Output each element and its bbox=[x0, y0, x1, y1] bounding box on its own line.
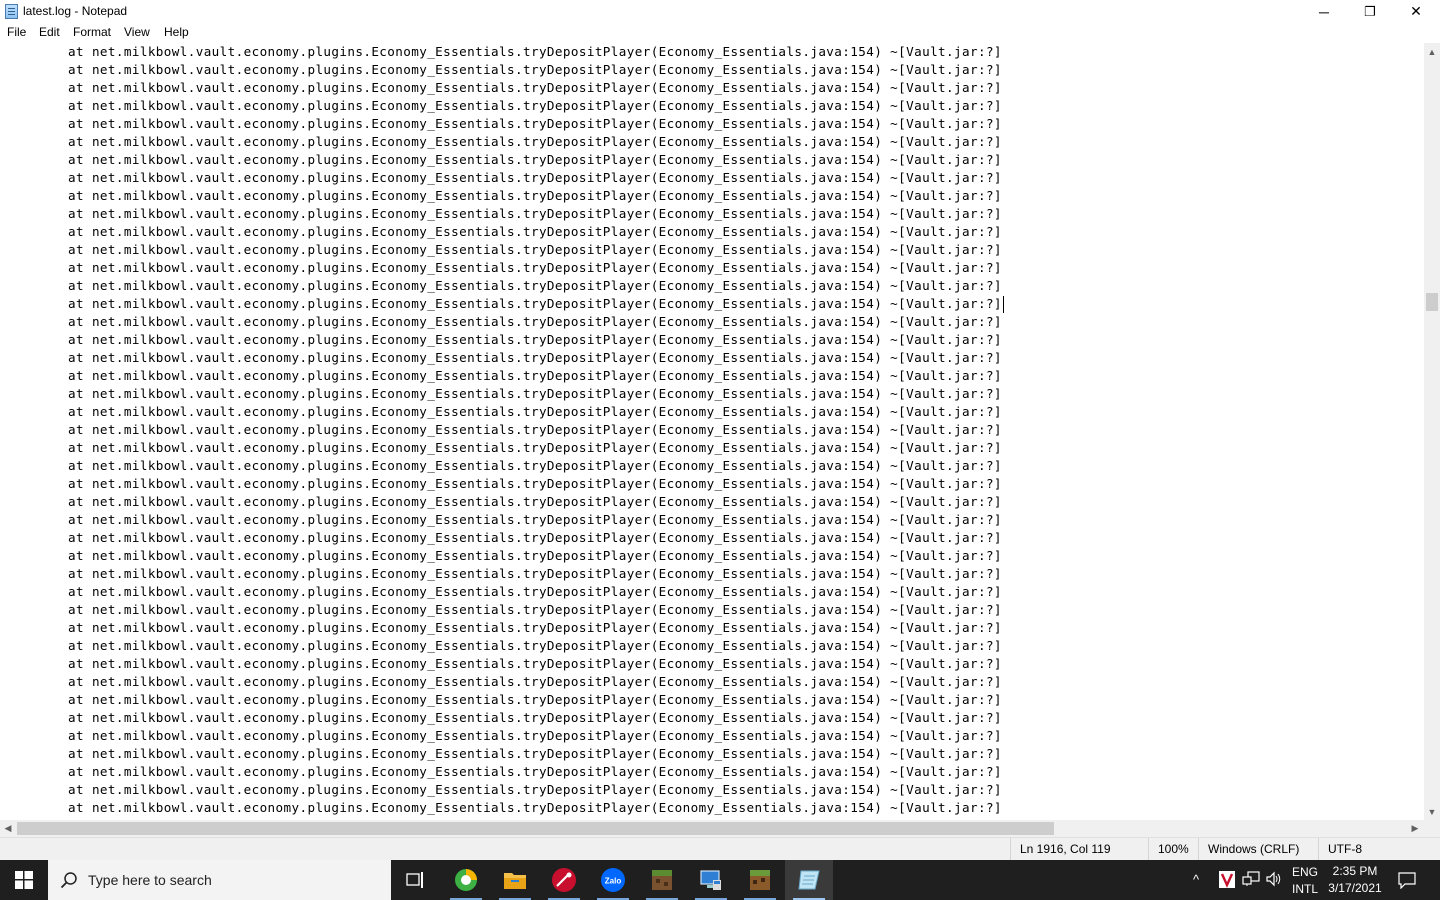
log-line: at net.milkbowl.vault.economy.plugins.Ec… bbox=[68, 656, 1002, 671]
log-line: at net.milkbowl.vault.economy.plugins.Ec… bbox=[68, 512, 1002, 527]
menu-view[interactable]: View bbox=[124, 25, 150, 39]
log-line: at net.milkbowl.vault.economy.plugins.Ec… bbox=[68, 782, 1002, 797]
log-line: at net.milkbowl.vault.economy.plugins.Ec… bbox=[68, 476, 1002, 491]
log-line: at net.milkbowl.vault.economy.plugins.Ec… bbox=[68, 638, 1002, 653]
log-line: at net.milkbowl.vault.economy.plugins.Ec… bbox=[68, 548, 1002, 563]
scroll-up-arrow-icon[interactable]: ▲ bbox=[1424, 47, 1440, 57]
log-line: at net.milkbowl.vault.economy.plugins.Ec… bbox=[68, 530, 1002, 545]
log-line: at net.milkbowl.vault.economy.plugins.Ec… bbox=[68, 368, 1002, 383]
title-bar: latest.log - Notepad ─ ❐ ✕ bbox=[0, 0, 1440, 23]
vertical-scrollbar[interactable]: ▲ ▼ bbox=[1424, 43, 1440, 820]
keyboard-layout: INTL bbox=[1291, 882, 1318, 896]
text-caret bbox=[1003, 296, 1004, 313]
menu-help[interactable]: Help bbox=[164, 25, 189, 39]
minimize-button[interactable]: ─ bbox=[1301, 0, 1347, 23]
window-title: latest.log - Notepad bbox=[23, 4, 128, 18]
scroll-down-arrow-icon[interactable]: ▼ bbox=[1424, 807, 1440, 817]
log-line: at net.milkbowl.vault.economy.plugins.Ec… bbox=[68, 620, 1002, 635]
cursor-position: Ln 1916, Col 119 bbox=[1010, 838, 1148, 860]
minecraft-icon[interactable] bbox=[638, 860, 686, 900]
horizontal-scroll-thumb[interactable] bbox=[17, 822, 1054, 835]
start-button[interactable] bbox=[0, 860, 48, 900]
log-line: at net.milkbowl.vault.economy.plugins.Ec… bbox=[68, 206, 1002, 221]
log-line: at net.milkbowl.vault.economy.plugins.Ec… bbox=[68, 134, 1002, 149]
tray-chevron-up-icon[interactable]: ^ bbox=[1193, 872, 1199, 887]
log-line: at net.milkbowl.vault.economy.plugins.Ec… bbox=[68, 242, 1002, 257]
line-ending: Windows (CRLF) bbox=[1198, 838, 1318, 860]
close-button[interactable]: ✕ bbox=[1393, 0, 1439, 23]
horizontal-scrollbar[interactable]: ◀ ▶ bbox=[0, 820, 1424, 837]
log-line: at net.milkbowl.vault.economy.plugins.Ec… bbox=[68, 116, 1002, 131]
scrollbar-corner bbox=[1424, 820, 1440, 837]
log-line: at net.milkbowl.vault.economy.plugins.Ec… bbox=[68, 458, 1002, 473]
log-line: at net.milkbowl.vault.economy.plugins.Ec… bbox=[68, 692, 1002, 707]
log-line: at net.milkbowl.vault.economy.plugins.Ec… bbox=[68, 224, 1002, 239]
minecraft-server-icon[interactable] bbox=[736, 860, 784, 900]
log-line: at net.milkbowl.vault.economy.plugins.Ec… bbox=[68, 728, 1002, 743]
log-line: at net.milkbowl.vault.economy.plugins.Ec… bbox=[68, 386, 1002, 401]
status-bar: Ln 1916, Col 119 100% Windows (CRLF) UTF… bbox=[0, 837, 1440, 860]
antivirus-tray-icon[interactable] bbox=[1219, 871, 1235, 888]
log-line: at net.milkbowl.vault.economy.plugins.Ec… bbox=[68, 764, 1002, 779]
log-line: at net.milkbowl.vault.economy.plugins.Ec… bbox=[68, 62, 1002, 77]
log-line: at net.milkbowl.vault.economy.plugins.Ec… bbox=[68, 188, 1002, 203]
file-explorer-icon[interactable] bbox=[491, 860, 539, 900]
log-line: at net.milkbowl.vault.economy.plugins.Ec… bbox=[68, 260, 1002, 275]
log-line: at net.milkbowl.vault.economy.plugins.Ec… bbox=[68, 170, 1002, 185]
maximize-button[interactable]: ❐ bbox=[1347, 0, 1393, 23]
notepad-app-icon bbox=[5, 4, 18, 19]
zalo-label: Zalo bbox=[605, 877, 622, 886]
scroll-right-arrow-icon[interactable]: ▶ bbox=[1407, 823, 1423, 834]
log-line: at net.milkbowl.vault.economy.plugins.Ec… bbox=[68, 494, 1002, 509]
notification-icon[interactable] bbox=[1398, 871, 1416, 894]
log-line: at net.milkbowl.vault.economy.plugins.Ec… bbox=[68, 746, 1002, 761]
language-indicator[interactable]: ENG bbox=[1290, 865, 1320, 879]
browser-icon[interactable] bbox=[442, 860, 490, 900]
zalo-icon[interactable]: Zalo bbox=[589, 860, 637, 900]
network-icon[interactable] bbox=[1242, 871, 1260, 892]
scroll-left-arrow-icon[interactable]: ◀ bbox=[0, 823, 16, 834]
log-line: at net.milkbowl.vault.economy.plugins.Ec… bbox=[68, 710, 1002, 725]
log-line: at net.milkbowl.vault.economy.plugins.Ec… bbox=[68, 584, 1002, 599]
log-line: at net.milkbowl.vault.economy.plugins.Ec… bbox=[68, 674, 1002, 689]
taskbar-search-box[interactable]: Type here to search bbox=[48, 860, 391, 900]
log-line: at net.milkbowl.vault.economy.plugins.Ec… bbox=[68, 800, 1002, 815]
log-line: at net.milkbowl.vault.economy.plugins.Ec… bbox=[68, 152, 1002, 167]
remote-desktop-icon[interactable] bbox=[687, 860, 735, 900]
zoom-level: 100% bbox=[1148, 838, 1198, 860]
log-line: at net.milkbowl.vault.economy.plugins.Ec… bbox=[68, 278, 1002, 293]
menu-edit[interactable]: Edit bbox=[39, 25, 60, 39]
log-line: at net.milkbowl.vault.economy.plugins.Ec… bbox=[68, 332, 1002, 347]
volume-icon[interactable] bbox=[1265, 871, 1283, 892]
search-placeholder: Type here to search bbox=[88, 872, 212, 888]
red-app-icon[interactable] bbox=[540, 860, 588, 900]
text-editor[interactable]: at net.milkbowl.vault.economy.plugins.Ec… bbox=[0, 43, 1424, 820]
log-line: at net.milkbowl.vault.economy.plugins.Ec… bbox=[68, 440, 1002, 455]
menu-format[interactable]: Format bbox=[73, 25, 111, 39]
notepad-icon[interactable] bbox=[785, 860, 833, 900]
encoding: UTF-8 bbox=[1318, 838, 1440, 860]
log-line: at net.milkbowl.vault.economy.plugins.Ec… bbox=[68, 98, 1002, 113]
vertical-scroll-thumb[interactable] bbox=[1426, 293, 1438, 311]
log-line: at net.milkbowl.vault.economy.plugins.Ec… bbox=[68, 314, 1002, 329]
task-view-icon[interactable] bbox=[392, 860, 440, 900]
windows-logo-icon bbox=[15, 871, 33, 889]
log-line: at net.milkbowl.vault.economy.plugins.Ec… bbox=[68, 404, 1002, 419]
clock-time[interactable]: 2:35 PM bbox=[1325, 864, 1385, 878]
menu-file[interactable]: File bbox=[7, 25, 26, 39]
search-icon bbox=[60, 872, 77, 889]
log-line: at net.milkbowl.vault.economy.plugins.Ec… bbox=[68, 422, 1002, 437]
log-line: at net.milkbowl.vault.economy.plugins.Ec… bbox=[68, 602, 1002, 617]
clock-date[interactable]: 3/17/2021 bbox=[1325, 881, 1385, 895]
log-line: at net.milkbowl.vault.economy.plugins.Ec… bbox=[68, 566, 1002, 581]
menu-bar: File Edit Format View Help bbox=[0, 23, 1440, 43]
log-line: at net.milkbowl.vault.economy.plugins.Ec… bbox=[68, 80, 1002, 95]
taskbar: Type here to search Zalo ^ ENG INTL 2:35… bbox=[0, 860, 1440, 900]
log-line: at net.milkbowl.vault.economy.plugins.Ec… bbox=[68, 350, 1002, 365]
log-line: at net.milkbowl.vault.economy.plugins.Ec… bbox=[68, 44, 1002, 59]
log-line: at net.milkbowl.vault.economy.plugins.Ec… bbox=[68, 296, 1002, 311]
